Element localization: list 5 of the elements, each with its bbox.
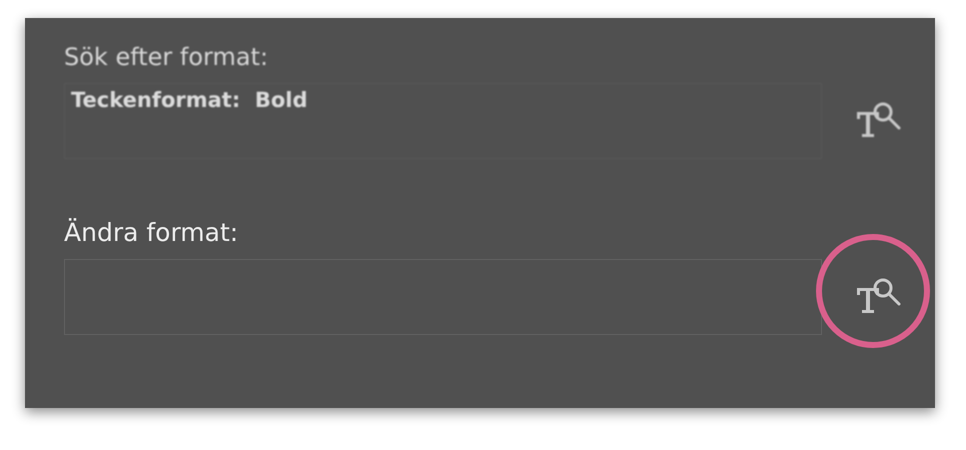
section-label: Sök efter format: [64,42,270,73]
field-value: Teckenformat: Bold [71,88,308,112]
format-field[interactable]: Teckenformat: Bold [64,83,822,159]
section-label: Ändra format: [64,217,240,249]
format-field[interactable] [64,259,822,335]
